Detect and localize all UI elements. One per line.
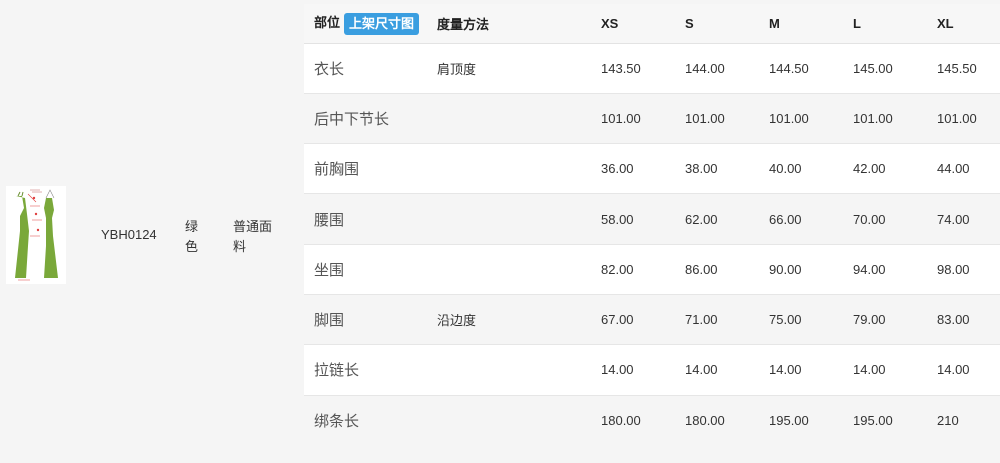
- row-value: 101.00: [601, 92, 685, 144]
- table-row: 前胸围 36.00 38.00 40.00 42.00 44.00: [304, 143, 1000, 194]
- row-value: 62.00: [685, 193, 769, 245]
- table-row: 腰围 58.00 62.00 66.00 70.00 74.00: [304, 193, 1000, 245]
- row-value: 79.00: [853, 293, 937, 345]
- row-value: 90.00: [769, 243, 853, 295]
- row-value: 14.00: [853, 344, 937, 396]
- product-color: 绿色: [185, 219, 199, 254]
- row-value: 14.00: [937, 344, 1000, 396]
- row-value: 66.00: [769, 193, 853, 245]
- row-value: 98.00: [937, 243, 1000, 295]
- row-value: 42.00: [853, 143, 937, 194]
- row-value: 210: [937, 394, 1000, 446]
- header-size-m: M: [769, 4, 853, 44]
- row-value: 67.00: [601, 293, 685, 345]
- row-value: 14.00: [769, 344, 853, 396]
- row-part: 拉链长: [304, 344, 437, 396]
- row-part: 脚围: [304, 293, 437, 345]
- dress-image-icon: [6, 186, 66, 284]
- row-value: 82.00: [601, 243, 685, 295]
- row-value: 44.00: [937, 143, 1000, 194]
- row-value: 40.00: [769, 143, 853, 194]
- row-value: 180.00: [685, 394, 769, 446]
- row-value: 144.50: [769, 42, 853, 94]
- table-row: 后中下节长 101.00 101.00 101.00 101.00 101.00: [304, 92, 1000, 144]
- upload-size-chart-button[interactable]: 上架尺寸图: [344, 12, 420, 35]
- table-row: 坐围 82.00 86.00 90.00 94.00 98.00: [304, 243, 1000, 295]
- row-value: 86.00: [685, 243, 769, 295]
- row-value: 180.00: [601, 394, 685, 446]
- product-fabric: 普通面料: [233, 219, 273, 254]
- row-value: 101.00: [685, 92, 769, 144]
- header-size-s: S: [685, 4, 769, 44]
- row-value: 195.00: [853, 394, 937, 446]
- row-value: 83.00: [937, 293, 1000, 345]
- row-part: 前胸围: [304, 143, 437, 194]
- row-method: [437, 92, 601, 144]
- row-value: 74.00: [937, 193, 1000, 245]
- row-method: [437, 243, 601, 295]
- row-value: 101.00: [937, 92, 1000, 144]
- row-method: 肩顶度: [437, 42, 601, 94]
- row-method: 沿边度: [437, 293, 601, 345]
- row-method: [437, 193, 601, 245]
- row-value: 101.00: [853, 92, 937, 144]
- row-value: 36.00: [601, 143, 685, 194]
- row-part: 坐围: [304, 243, 437, 295]
- table-row: 衣长 肩顶度 143.50 144.00 144.50 145.00 145.50: [304, 42, 1000, 94]
- row-value: 14.00: [601, 344, 685, 396]
- header-method: 度量方法: [437, 4, 601, 44]
- table-row: 拉链长 14.00 14.00 14.00 14.00 14.00: [304, 344, 1000, 396]
- size-chart-page: YBH0124 绿色 普通面料 部位 上架尺寸图 度量方法 XS S M L XL…: [0, 0, 1000, 463]
- product-info: YBH0124 绿色 普通面料: [0, 0, 297, 463]
- row-value: 94.00: [853, 243, 937, 295]
- table-row: 绑条长 180.00 180.00 195.00 195.00 210: [304, 394, 1000, 446]
- header-size-xs: XS: [601, 4, 685, 44]
- product-thumbnail[interactable]: [6, 186, 66, 284]
- row-value: 38.00: [685, 143, 769, 194]
- row-value: 75.00: [769, 293, 853, 345]
- row-method: [437, 143, 601, 194]
- row-method: [437, 344, 601, 396]
- row-part: 绑条长: [304, 394, 437, 446]
- row-value: 101.00: [769, 92, 853, 144]
- header-size-l: L: [853, 4, 937, 44]
- style-number: YBH0124: [101, 227, 157, 242]
- row-value: 71.00: [685, 293, 769, 345]
- header-part: 部位 上架尺寸图: [304, 4, 437, 44]
- row-value: 144.00: [685, 42, 769, 94]
- table-row: 脚围 沿边度 67.00 71.00 75.00 79.00 83.00: [304, 293, 1000, 345]
- table-header-row: 部位 上架尺寸图 度量方法 XS S M L XL: [304, 4, 1000, 44]
- header-size-xl: XL: [937, 4, 1000, 44]
- row-value: 145.50: [937, 42, 1000, 94]
- row-part: 腰围: [304, 193, 437, 245]
- row-method: [437, 394, 601, 446]
- row-value: 14.00: [685, 344, 769, 396]
- row-value: 143.50: [601, 42, 685, 94]
- header-part-label: 部位: [314, 14, 341, 30]
- row-part: 衣长: [304, 42, 437, 94]
- row-value: 145.00: [853, 42, 937, 94]
- row-value: 58.00: [601, 193, 685, 245]
- row-value: 70.00: [853, 193, 937, 245]
- row-part: 后中下节长: [304, 92, 437, 144]
- row-value: 195.00: [769, 394, 853, 446]
- size-table: 部位 上架尺寸图 度量方法 XS S M L XL 衣长 肩顶度 143.50 144.…: [304, 4, 1000, 446]
